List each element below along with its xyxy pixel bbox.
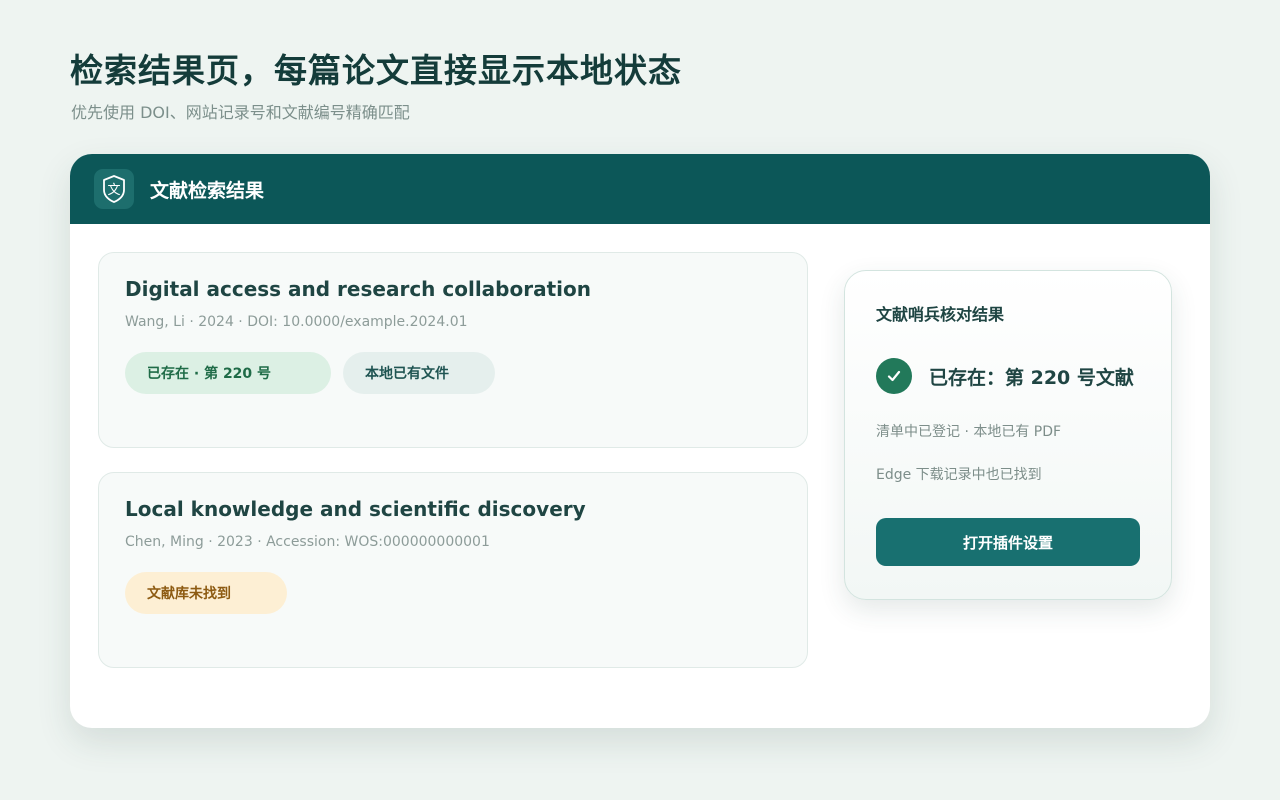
book-shield-icon: 文 (94, 169, 134, 209)
results-panel: 文 文献检索结果 Digital access and research col… (70, 154, 1210, 728)
check-icon (876, 358, 912, 394)
logo-glyph: 文 (107, 183, 120, 198)
page-title: 检索结果页，每篇论文直接显示本地状态 (70, 51, 682, 90)
check-result-popup: 文献哨兵核对结果 已存在：第 220 号文献 清单中已登记 · 本地已有 PDF… (844, 270, 1172, 600)
result-title[interactable]: Local knowledge and scientific discovery (125, 497, 781, 521)
page: 检索结果页，每篇论文直接显示本地状态 优先使用 DOI、网站记录号和文献编号精确… (0, 0, 1280, 800)
status-badge-local-file: 本地已有文件 (343, 352, 495, 394)
panel-title: 文献检索结果 (150, 179, 265, 202)
status-row: 已存在：第 220 号文献 (876, 358, 1140, 394)
result-title[interactable]: Digital access and research collaboratio… (125, 277, 781, 301)
result-card[interactable]: Local knowledge and scientific discovery… (98, 472, 808, 668)
result-tags: 已存在 · 第 220 号 本地已有文件 (125, 352, 781, 394)
status-badge-missing: 文献库未找到 (125, 572, 287, 614)
detail-download-history: Edge 下载记录中也已找到 (876, 467, 1042, 483)
page-subtitle: 优先使用 DOI、网站记录号和文献编号精确匹配 (71, 103, 410, 122)
result-card[interactable]: Digital access and research collaboratio… (98, 252, 808, 448)
detail-registry: 清单中已登记 · 本地已有 PDF (876, 424, 1062, 440)
status-text: 已存在：第 220 号文献 (929, 366, 1134, 389)
result-meta: Chen, Ming · 2023 · Accession: WOS:00000… (125, 534, 490, 550)
status-badge-found: 已存在 · 第 220 号 (125, 352, 331, 394)
result-meta: Wang, Li · 2024 · DOI: 10.0000/example.2… (125, 314, 468, 330)
result-tags: 文献库未找到 (125, 572, 781, 614)
popup-title: 文献哨兵核对结果 (876, 305, 1005, 324)
panel-header: 文 文献检索结果 (70, 154, 1210, 224)
open-settings-button[interactable]: 打开插件设置 (876, 518, 1140, 566)
